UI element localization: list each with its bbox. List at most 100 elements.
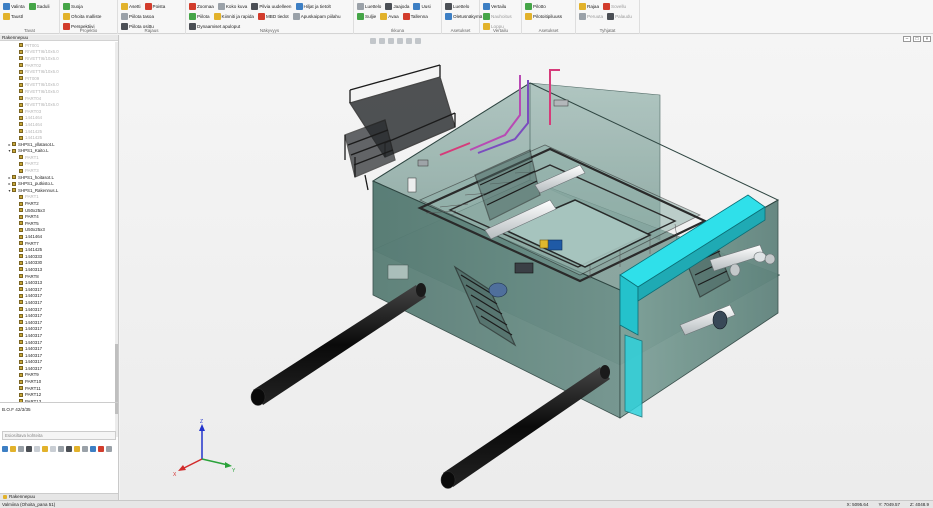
tree-item[interactable]: PART5 bbox=[0, 220, 118, 227]
copy-icon[interactable] bbox=[34, 445, 40, 452]
search-input[interactable]: Esiosiltava kohteita bbox=[2, 431, 116, 440]
ribbon-button[interactable]: Rajaa bbox=[579, 2, 599, 11]
ribbon-button[interactable]: Pilotto bbox=[525, 2, 546, 11]
tree-item[interactable]: 1440317 bbox=[0, 352, 118, 359]
tree-item[interactable]: PART11 bbox=[0, 385, 118, 392]
tree-item[interactable]: 1440313 bbox=[0, 266, 118, 273]
tree-item[interactable]: 1441425 bbox=[0, 134, 118, 141]
structure-tree[interactable]: PIT001 RIVETTI6/10x6.0 RIVETTI6/10x6.0 PART… bbox=[0, 42, 118, 437]
tree-scrollbar-thumb[interactable] bbox=[115, 344, 118, 414]
tree-item[interactable]: RIVETTI6/10x6.0 bbox=[0, 49, 118, 56]
tree-item[interactable]: RIVETTI6/10x6.0 bbox=[0, 101, 118, 108]
tree-item[interactable]: ▸ SHPS1_putkisto.L bbox=[0, 180, 118, 187]
ribbon-button[interactable]: Palaudu bbox=[607, 12, 632, 21]
ribbon-button[interactable]: Avaa bbox=[380, 12, 399, 21]
ribbon-button[interactable]: Saduli bbox=[28, 2, 50, 11]
ribbon-button[interactable]: Suljie bbox=[357, 12, 376, 21]
ribbon-button[interactable]: Sovellu bbox=[603, 2, 626, 11]
tree-item[interactable]: PART2 bbox=[0, 200, 118, 207]
tree-item[interactable]: PART9 bbox=[0, 372, 118, 379]
tree-item[interactable]: 1440317 bbox=[0, 326, 118, 333]
ribbon-button[interactable]: Tallenna bbox=[402, 12, 428, 21]
tree-item[interactable]: 1440317 bbox=[0, 319, 118, 326]
tree-item[interactable]: PART04 bbox=[0, 95, 118, 102]
ribbon-button[interactable]: Poista bbox=[144, 2, 165, 11]
tree-item[interactable]: 1440317 bbox=[0, 286, 118, 293]
tree-item[interactable]: PART1 bbox=[0, 194, 118, 201]
document-icon[interactable] bbox=[50, 445, 56, 452]
link-icon[interactable] bbox=[82, 445, 88, 452]
delete-icon[interactable] bbox=[98, 445, 104, 452]
ribbon-button[interactable]: Pilotoitipiluuss bbox=[525, 12, 562, 21]
ribbon-button[interactable]: Pilvia uudelleen bbox=[251, 2, 292, 11]
tree-item[interactable]: 1440317 bbox=[0, 365, 118, 372]
tree-item[interactable]: PART02 bbox=[0, 62, 118, 69]
tree-item[interactable]: 1440317 bbox=[0, 306, 118, 313]
3d-viewport[interactable]: – □ × Z X Y bbox=[120, 35, 933, 500]
expand-icon[interactable] bbox=[66, 445, 72, 452]
tree-item[interactable]: 1441425 bbox=[0, 128, 118, 135]
ribbon-button[interactable]: Ohoita malliste bbox=[63, 12, 101, 21]
ribbon-button[interactable]: Vertailu bbox=[483, 2, 506, 11]
tree-item[interactable]: 1441464 bbox=[0, 115, 118, 122]
filter-icon[interactable] bbox=[2, 445, 8, 452]
tree-item[interactable]: U50x25x3 bbox=[0, 207, 118, 214]
ribbon-button[interactable]: MBD tiedot bbox=[257, 12, 289, 21]
tree-item[interactable]: RIVETTI6/10x6.0 bbox=[0, 82, 118, 89]
panel-tab[interactable]: Rakennepuu bbox=[0, 493, 118, 500]
tree-scrollbar[interactable] bbox=[115, 42, 118, 437]
tree-item[interactable]: PART2 bbox=[0, 161, 118, 168]
tree-item[interactable]: PART03 bbox=[0, 108, 118, 115]
panel-divider[interactable] bbox=[0, 402, 118, 403]
ribbon-button[interactable]: Jaajoda bbox=[385, 2, 409, 11]
ribbon-button[interactable]: Piilota bbox=[189, 12, 210, 21]
tree-item[interactable]: 1440317 bbox=[0, 293, 118, 300]
ribbon-button[interactable]: Apuskaipam piilahu bbox=[292, 12, 341, 21]
tree-item[interactable]: 1440317 bbox=[0, 299, 118, 306]
select-icon[interactable] bbox=[58, 445, 64, 452]
tree-item[interactable]: 1440317 bbox=[0, 359, 118, 366]
ribbon-button[interactable]: Kiinniti ja rapida bbox=[213, 12, 254, 21]
ribbon-button[interactable]: Peruuta bbox=[579, 12, 603, 21]
tree-item[interactable]: 1441464 bbox=[0, 233, 118, 240]
tag-icon[interactable] bbox=[74, 445, 80, 452]
print-icon[interactable] bbox=[26, 445, 32, 452]
tree-item[interactable]: PART1 bbox=[0, 154, 118, 161]
ribbon-button[interactable]: Piilota tasoa bbox=[121, 12, 154, 21]
ribbon-button[interactable]: Nauhoitus bbox=[483, 12, 512, 21]
folder-icon[interactable] bbox=[10, 445, 16, 452]
tree-item[interactable]: PIT009 bbox=[0, 75, 118, 82]
tree-item[interactable]: RIVETTI6/10x6.0 bbox=[0, 55, 118, 62]
ribbon-button[interactable]: Taustl bbox=[3, 12, 23, 21]
tree-item[interactable]: PIT001 bbox=[0, 42, 118, 49]
ribbon-button[interactable]: Suoja bbox=[63, 2, 83, 11]
tree-item[interactable]: 1440317 bbox=[0, 332, 118, 339]
tree-item[interactable]: 1440317 bbox=[0, 312, 118, 319]
ribbon-button[interactable]: Luettelo bbox=[357, 2, 381, 11]
tree-item[interactable]: 1440313 bbox=[0, 279, 118, 286]
ribbon-button[interactable]: Zoomaa bbox=[189, 2, 214, 11]
ribbon-button[interactable]: Uusi bbox=[413, 2, 431, 11]
tree-item[interactable]: 1441425 bbox=[0, 246, 118, 253]
tree-item[interactable]: ▸ SHPS1_yllatasot.L bbox=[0, 141, 118, 148]
tree-item[interactable]: PART7 bbox=[0, 240, 118, 247]
tree-item[interactable]: PART8 bbox=[0, 273, 118, 280]
tree-item[interactable]: 1440317 bbox=[0, 339, 118, 346]
tree-item[interactable]: 1440333 bbox=[0, 253, 118, 260]
tree-item[interactable]: PART3 bbox=[0, 167, 118, 174]
ribbon-button[interactable]: Koko kuva bbox=[217, 2, 247, 11]
tree-item[interactable]: 1440330 bbox=[0, 260, 118, 267]
tree-item[interactable]: 1440317 bbox=[0, 345, 118, 352]
tree-item[interactable]: RIVETTI6/10x6.0 bbox=[0, 88, 118, 95]
ribbon-button[interactable]: Oletusnäkymä bbox=[445, 12, 482, 21]
tree-item[interactable]: 1441464 bbox=[0, 121, 118, 128]
tree-item[interactable]: ▸ SHPS1_hoitasot.L bbox=[0, 174, 118, 181]
ribbon-button[interactable]: Valinta bbox=[3, 2, 25, 11]
cut-icon[interactable] bbox=[18, 445, 24, 452]
ribbon-button[interactable]: Hiljat ja tietolt bbox=[295, 2, 331, 11]
properties-icon[interactable] bbox=[90, 445, 96, 452]
tree-item[interactable]: PART12 bbox=[0, 391, 118, 398]
tree-item[interactable]: ▾ SHPS1_Rakennus.L bbox=[0, 187, 118, 194]
settings-icon[interactable] bbox=[106, 445, 112, 452]
tree-item[interactable]: PART10 bbox=[0, 378, 118, 385]
